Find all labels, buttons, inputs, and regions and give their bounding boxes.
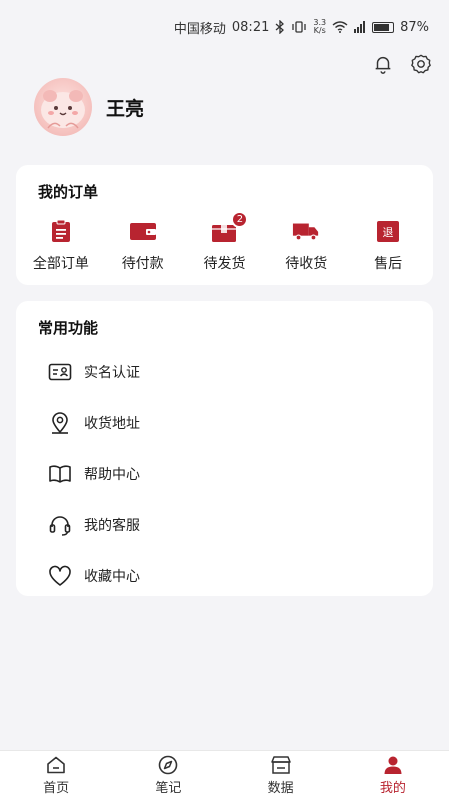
user-icon	[382, 755, 404, 775]
heart-icon	[48, 564, 72, 588]
nav-data-label: 数据	[267, 781, 294, 796]
func-help-center-label: 帮助中心	[84, 466, 140, 483]
func-favorites[interactable]: 收藏中心	[16, 550, 433, 601]
nav-mine[interactable]: 我的	[353, 755, 433, 796]
order-all-button[interactable]: 全部订单	[21, 217, 101, 273]
vibrate-icon	[291, 21, 307, 33]
truck-icon	[292, 217, 320, 245]
functions-card: 常用功能 实名认证 收货地址 帮助中心 我的客服 收藏中心	[16, 301, 433, 596]
order-pending-shipment-label: 待发货	[203, 256, 246, 272]
order-pending-payment-button[interactable]: 待付款	[103, 217, 183, 273]
headset-icon	[48, 513, 72, 537]
nav-notes[interactable]: 笔记	[128, 755, 208, 796]
nav-home[interactable]: 首页	[16, 755, 96, 796]
order-pending-receipt-label: 待收货	[285, 256, 328, 272]
bluetooth-icon	[275, 20, 285, 34]
location-pin-icon	[48, 411, 72, 435]
profile-header[interactable]: 王亮	[34, 78, 144, 136]
orders-card: 我的订单 全部订单 待付款 2 待发货 待收货 退 售后	[16, 165, 433, 285]
nav-notes-label: 笔记	[155, 781, 182, 796]
nav-home-label: 首页	[43, 781, 70, 796]
return-icon: 退	[374, 217, 402, 245]
signal-icon	[354, 21, 366, 33]
battery-icon	[372, 21, 395, 33]
wifi-icon	[332, 21, 348, 33]
orders-title: 我的订单	[38, 183, 99, 201]
home-icon	[45, 755, 67, 775]
clipboard-icon	[47, 217, 75, 245]
net-speed: 3.3 K/s	[313, 19, 326, 35]
bell-icon[interactable]	[371, 52, 395, 76]
username: 王亮	[106, 97, 145, 120]
functions-list: 实名认证 收货地址 帮助中心 我的客服 收藏中心	[16, 346, 433, 601]
func-help-center[interactable]: 帮助中心	[16, 448, 433, 499]
func-customer-service[interactable]: 我的客服	[16, 499, 433, 550]
order-after-sales-button[interactable]: 退 售后	[348, 217, 428, 273]
order-pending-shipment-button[interactable]: 2 待发货	[184, 211, 264, 273]
time-label: 08:21	[231, 19, 270, 35]
nav-data[interactable]: 数据	[241, 755, 321, 796]
avatar[interactable]	[34, 78, 92, 136]
return-icon-text: 退	[383, 226, 394, 239]
shipment-badge: 2	[231, 211, 249, 228]
func-real-name-auth[interactable]: 实名认证	[16, 346, 433, 397]
order-pending-receipt-button[interactable]: 待收货	[266, 217, 346, 273]
compass-icon	[157, 755, 179, 775]
nav-mine-label: 我的	[379, 781, 406, 796]
order-all-label: 全部订单	[32, 256, 89, 272]
orders-row: 全部订单 待付款 2 待发货 待收货 退 售后	[16, 211, 433, 273]
func-favorites-label: 收藏中心	[84, 568, 140, 585]
status-bar: 中国移动 08:21 3.3 K/s 87%	[0, 0, 449, 54]
order-pending-payment-label: 待付款	[121, 256, 164, 272]
func-shipping-address[interactable]: 收货地址	[16, 397, 433, 448]
id-card-icon	[48, 360, 72, 384]
bottom-nav: 首页 笔记 数据 我的	[0, 750, 449, 800]
store-icon	[270, 755, 292, 775]
gear-icon[interactable]	[409, 52, 433, 76]
func-real-name-auth-label: 实名认证	[84, 364, 140, 381]
top-actions	[371, 52, 433, 76]
order-after-sales-label: 售后	[374, 256, 403, 272]
book-icon	[48, 462, 72, 486]
func-customer-service-label: 我的客服	[84, 517, 140, 534]
wallet-icon	[129, 217, 157, 245]
carrier-label: 中国移动	[173, 21, 226, 37]
battery-percent: 87%	[400, 19, 429, 35]
package-icon: 2	[210, 211, 249, 245]
net-speed-unit: K/s	[313, 26, 326, 35]
func-shipping-address-label: 收货地址	[84, 415, 140, 432]
functions-title: 常用功能	[38, 319, 99, 337]
